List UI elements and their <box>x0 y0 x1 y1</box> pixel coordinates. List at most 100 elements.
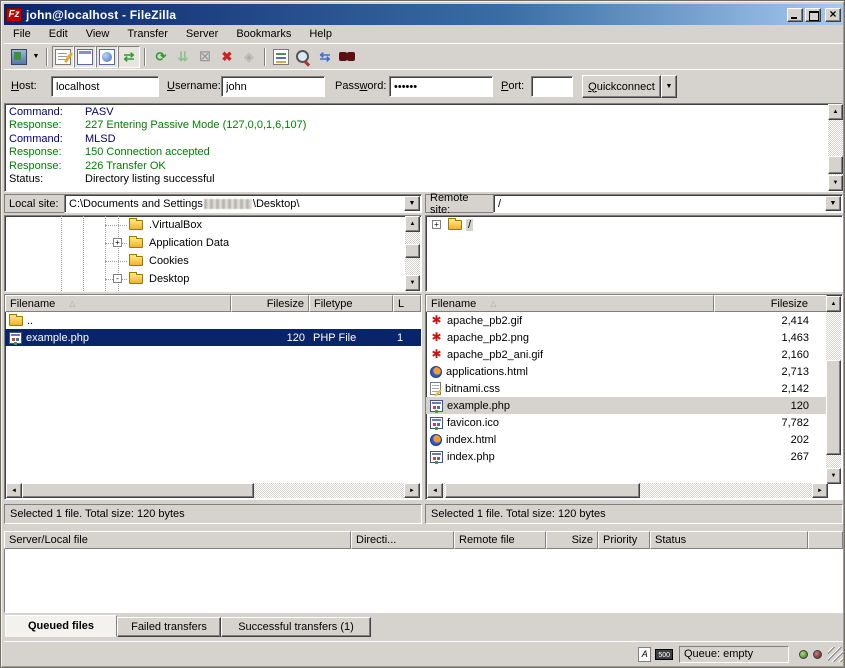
local-path-dropdown[interactable]: ▼ <box>404 196 420 211</box>
menu-file[interactable]: File <box>4 26 40 42</box>
site-manager-button[interactable] <box>8 46 30 68</box>
scroll-up-button[interactable] <box>405 216 420 232</box>
tab-successful-transfers[interactable]: Successful transfers (1) <box>221 617 371 637</box>
close-button[interactable] <box>825 8 841 22</box>
file-row[interactable]: favicon.ico 7,782 <box>426 414 827 431</box>
file-row[interactable]: applications.html 2,713 <box>426 363 827 380</box>
toggle-queue-button[interactable]: ⇄ <box>118 46 140 68</box>
port-input[interactable] <box>531 76 573 97</box>
local-tree-scrollbar[interactable] <box>405 216 420 291</box>
menu-bookmarks[interactable]: Bookmarks <box>227 26 300 42</box>
scroll-right-button[interactable] <box>404 483 420 498</box>
resize-grip[interactable] <box>828 647 843 662</box>
scroll-thumb[interactable] <box>445 483 640 498</box>
menu-help[interactable]: Help <box>300 26 341 42</box>
scroll-thumb[interactable] <box>22 483 254 498</box>
message-log: Command:PASV Response:227 Entering Passi… <box>4 103 843 192</box>
quickconnect-dropdown[interactable]: ▼ <box>661 75 677 98</box>
message-log-icon <box>55 49 71 65</box>
file-row[interactable]: apache_pb2_ani.gif 2,160 <box>426 346 827 363</box>
remote-path-combo[interactable]: / ▼ <box>493 194 843 213</box>
file-row-example-php[interactable]: example.php 120 PHP File 1 <box>5 329 421 346</box>
local-tree-icon <box>77 49 93 65</box>
column-filename[interactable]: Filename <box>426 295 714 312</box>
column-server-local-file[interactable]: Server/Local file <box>4 531 351 549</box>
scroll-thumb[interactable] <box>405 244 420 258</box>
file-row[interactable]: apache_pb2.png 1,463 <box>426 329 827 346</box>
process-queue-button[interactable]: ⇊ <box>172 46 194 68</box>
toggle-remote-tree-button[interactable] <box>96 46 118 68</box>
expand-icon[interactable]: + <box>113 238 122 247</box>
column-direction[interactable]: Directi... <box>351 531 454 549</box>
expand-icon[interactable]: + <box>432 220 441 229</box>
toolbar: ▼ ⇄ ⟳ ⇊ ☒ ✖ ◈ ⇆ <box>4 43 843 69</box>
file-row[interactable]: apache_pb2.gif 2,414 <box>426 312 827 329</box>
menu-view[interactable]: View <box>77 26 119 42</box>
column-last-modified[interactable]: L <box>393 295 421 312</box>
username-input[interactable] <box>221 76 325 97</box>
quickconnect-button[interactable]: Quickconnect <box>582 75 661 98</box>
scroll-thumb[interactable] <box>826 360 841 455</box>
column-filesize[interactable]: Filesize <box>714 295 827 312</box>
directory-comparison-button[interactable] <box>292 46 314 68</box>
host-input[interactable] <box>51 76 159 97</box>
folder-icon <box>129 256 143 266</box>
column-priority[interactable]: Priority <box>598 531 650 549</box>
disconnect-button[interactable]: ✖ <box>216 46 238 68</box>
local-list-hscrollbar[interactable] <box>6 483 420 498</box>
local-path-combo[interactable]: C:\Documents and Settings\Desktop\ ▼ <box>64 194 422 213</box>
file-row[interactable]: index.php 267 <box>426 448 827 465</box>
synchronized-browsing-button[interactable]: ⇆ <box>314 46 336 68</box>
scroll-left-button[interactable] <box>6 483 22 498</box>
find-files-button[interactable] <box>336 46 358 68</box>
scroll-left-button[interactable] <box>427 483 443 498</box>
site-manager-dropdown[interactable]: ▼ <box>30 46 42 68</box>
tree-item-root[interactable]: + / <box>426 216 842 234</box>
menu-server[interactable]: Server <box>177 26 227 42</box>
tree-item-application-data[interactable]: + Application Data <box>5 234 421 252</box>
file-row-parent-dir[interactable]: .. <box>5 312 421 329</box>
title-bar[interactable]: Fz john@localhost - FileZilla <box>4 4 843 25</box>
tree-item-desktop[interactable]: - Desktop <box>5 270 421 288</box>
clear-queue-button[interactable]: ◈ <box>238 46 260 68</box>
scroll-down-button[interactable] <box>826 468 841 484</box>
collapse-icon[interactable]: - <box>113 274 122 283</box>
scroll-up-button[interactable] <box>828 104 843 120</box>
tab-queued-files[interactable]: Queued files <box>5 615 117 637</box>
refresh-button[interactable]: ⟳ <box>150 46 172 68</box>
column-status[interactable]: Status <box>650 531 808 549</box>
status-bar: A 500 Queue: empty <box>4 641 843 666</box>
cancel-operation-button[interactable]: ☒ <box>194 46 216 68</box>
tab-failed-transfers[interactable]: Failed transfers <box>117 617 221 637</box>
scroll-down-button[interactable] <box>405 275 420 291</box>
scroll-thumb[interactable] <box>828 156 843 174</box>
speed-limit-icon[interactable]: 500 <box>655 649 673 660</box>
file-row-selected[interactable]: example.php 120 <box>426 397 827 414</box>
maximize-button[interactable] <box>805 8 821 22</box>
toggle-local-tree-button[interactable] <box>74 46 96 68</box>
file-row[interactable]: bitnami.css 2,142 <box>426 380 827 397</box>
file-row[interactable]: index.html 202 <box>426 431 827 448</box>
column-filename[interactable]: Filename <box>5 295 231 312</box>
column-filetype[interactable]: Filetype <box>309 295 393 312</box>
column-remote-file[interactable]: Remote file <box>454 531 546 549</box>
menu-transfer[interactable]: Transfer <box>118 26 177 42</box>
remote-path-dropdown[interactable]: ▼ <box>825 196 841 211</box>
column-filesize[interactable]: Filesize <box>231 295 309 312</box>
column-size[interactable]: Size <box>546 531 598 549</box>
tree-item-cookies[interactable]: Cookies <box>5 252 421 270</box>
menu-edit[interactable]: Edit <box>40 26 77 42</box>
minimize-button[interactable] <box>787 8 803 22</box>
remote-list-hscrollbar[interactable] <box>427 483 828 498</box>
scroll-right-button[interactable] <box>812 483 828 498</box>
filter-button[interactable] <box>270 46 292 68</box>
queue-list[interactable] <box>4 549 843 613</box>
tree-item-virtualbox[interactable]: .VirtualBox <box>5 216 421 234</box>
scroll-up-button[interactable] <box>826 296 841 312</box>
remote-list-vscrollbar[interactable] <box>826 296 841 484</box>
log-scrollbar[interactable] <box>828 104 843 191</box>
password-input[interactable] <box>389 76 493 97</box>
folder-icon <box>129 274 143 284</box>
toggle-log-button[interactable] <box>52 46 74 68</box>
scroll-down-button[interactable] <box>828 175 843 191</box>
